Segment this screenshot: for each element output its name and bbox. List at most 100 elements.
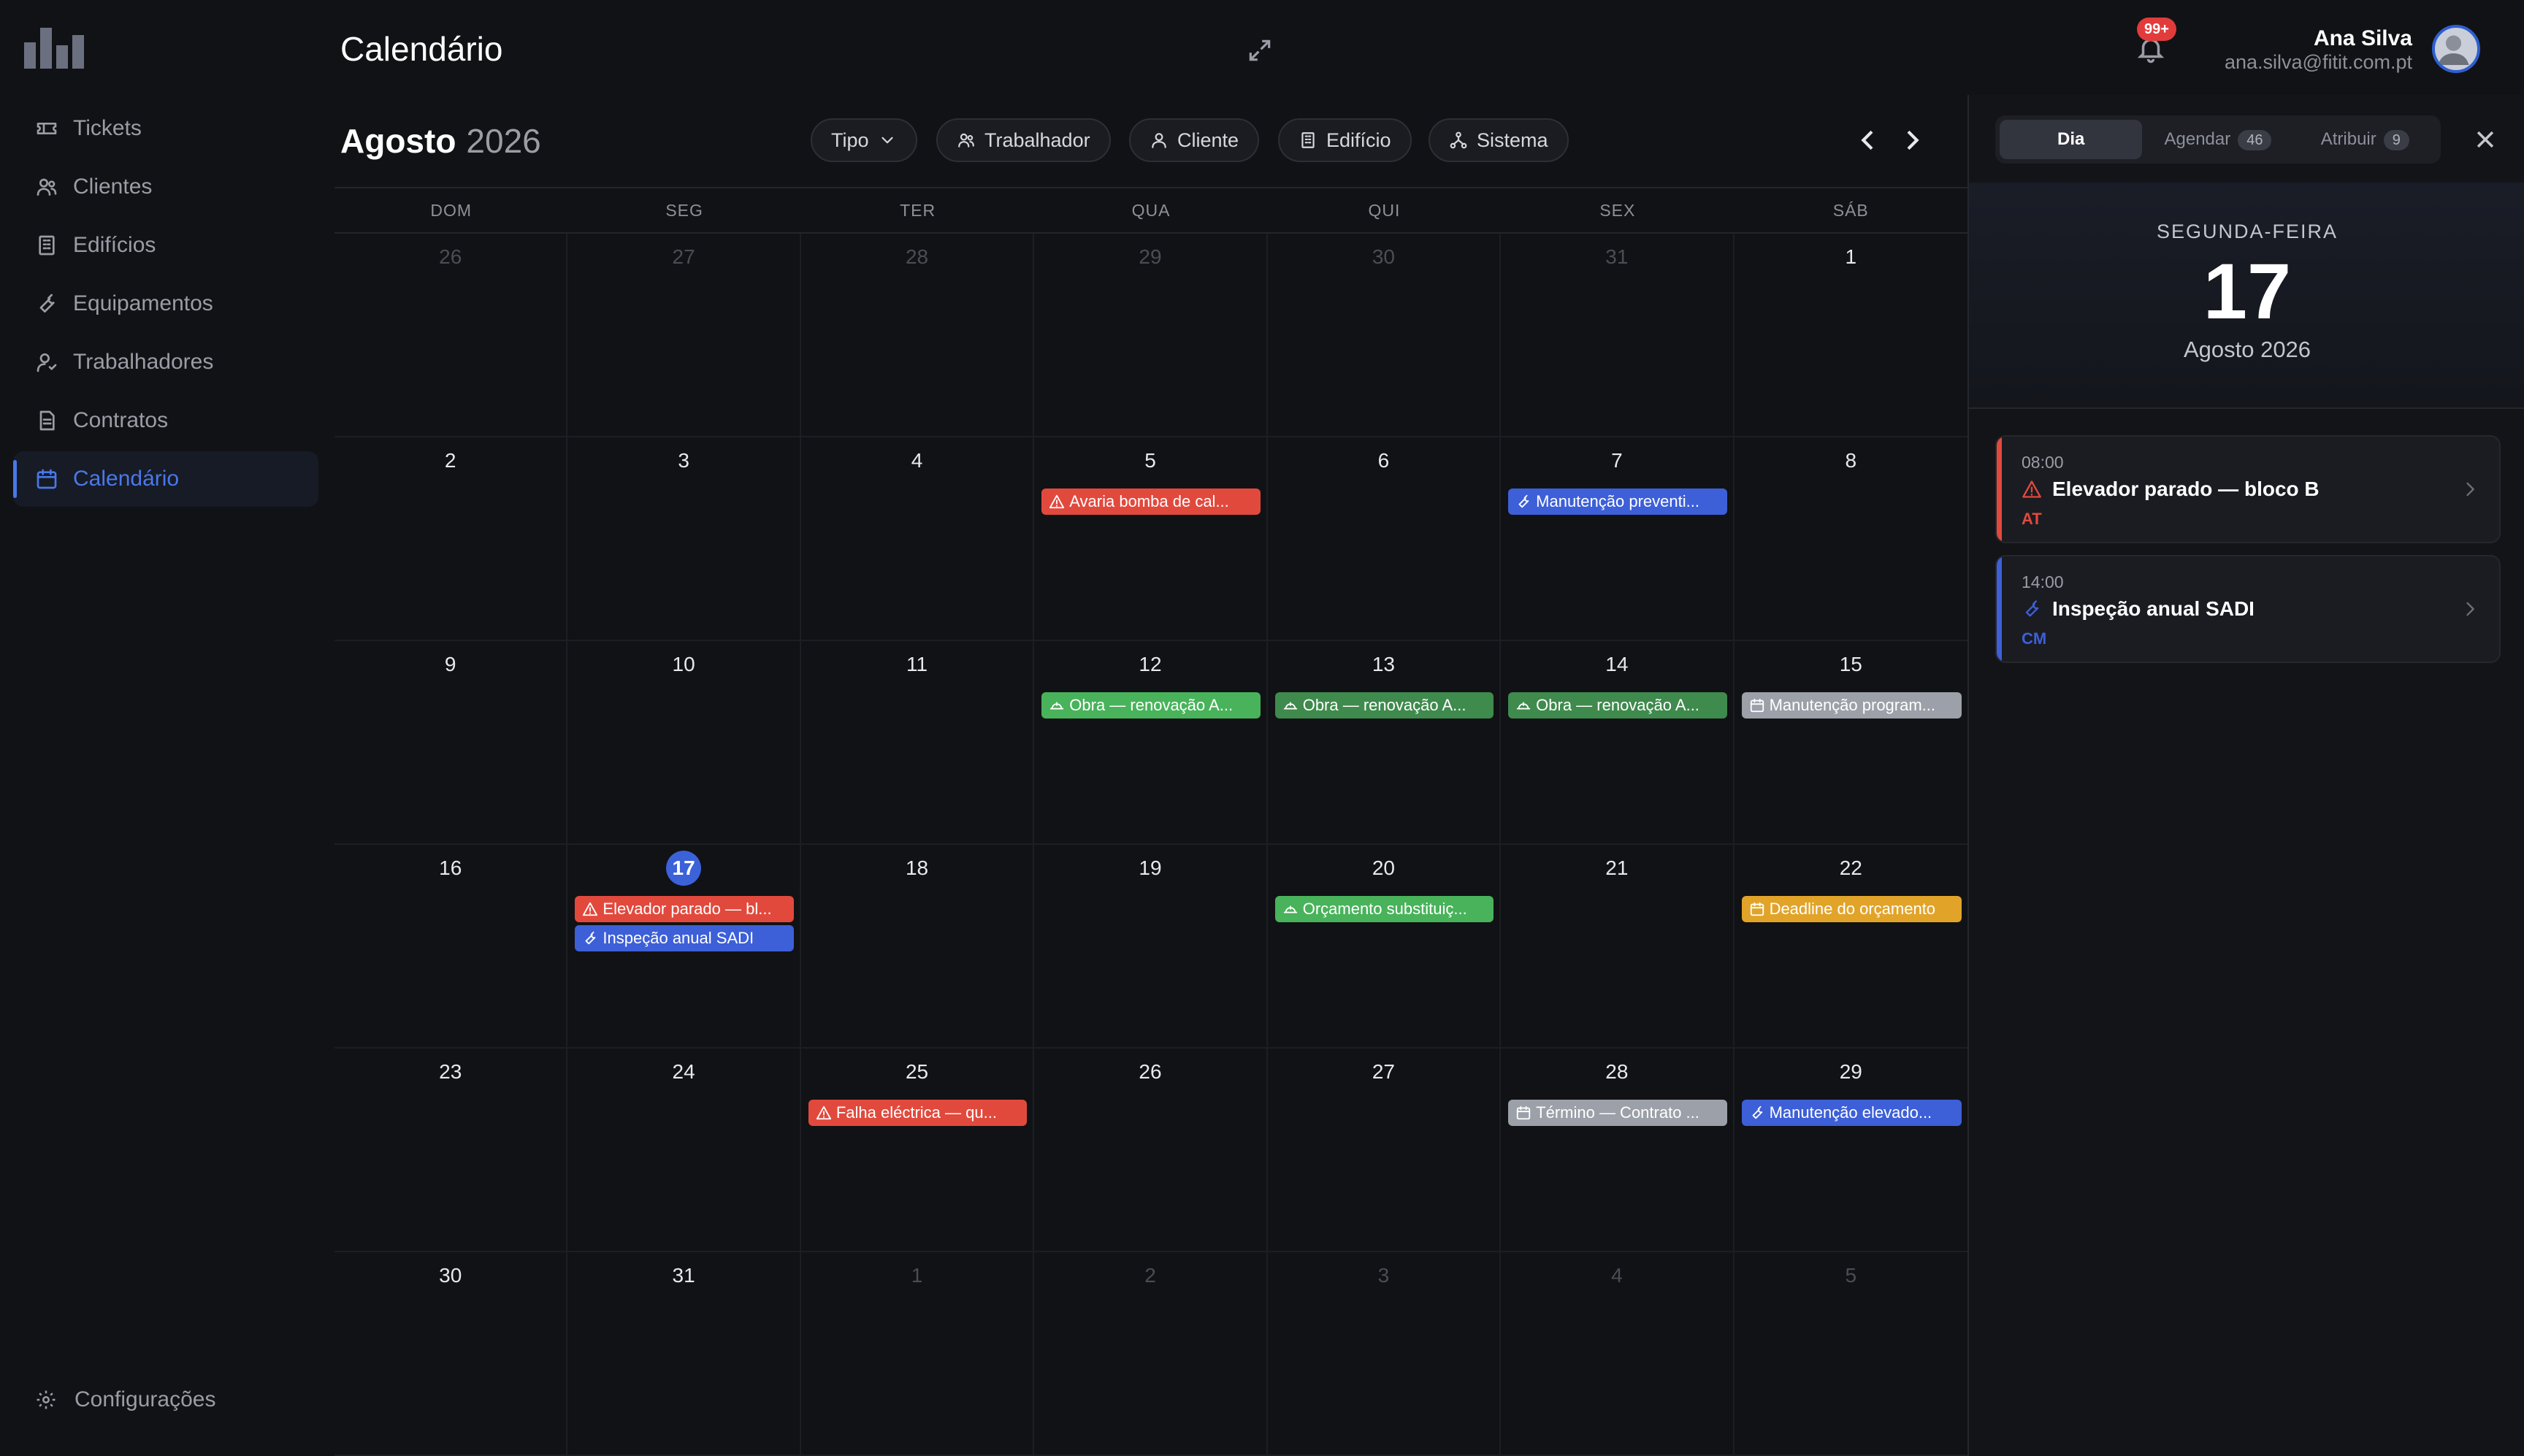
day-cell[interactable]: 30 (334, 1252, 568, 1456)
filter-cliente[interactable]: Cliente (1129, 118, 1260, 162)
weekday-label: TER (900, 201, 936, 220)
tab-dia[interactable]: Dia (2000, 120, 2143, 159)
day-cell[interactable]: 6 (1267, 437, 1502, 641)
day-cell[interactable]: 31 (567, 1252, 801, 1456)
day-cell[interactable]: 28 Término — Contrato ... (1501, 1049, 1735, 1252)
day-event-card[interactable]: 08:00 Elevador parado — bloco B AT (1995, 435, 2501, 543)
sidebar-item-contratos[interactable]: Contratos (13, 393, 318, 448)
wrench-icon (1752, 1106, 1762, 1119)
day-cell[interactable]: 4 (800, 437, 1035, 641)
weekday-label: QUA (1131, 201, 1171, 220)
sidebar-item-clientes[interactable]: Clientes (13, 159, 318, 215)
calendar-event[interactable]: Obra — renovação A... (1508, 692, 1727, 719)
event-tag: AT (2022, 510, 2042, 528)
day-number: 14 (1605, 653, 1629, 675)
day-cell[interactable]: 14 Obra — renovação A... (1501, 641, 1735, 845)
close-icon[interactable] (2473, 127, 2498, 152)
day-event-card[interactable]: 14:00 Inspeção anual SADI CM (1995, 555, 2501, 663)
day-cell[interactable]: 23 (334, 1049, 568, 1252)
day-number: 31 (672, 1264, 695, 1287)
settings-link[interactable]: Configurações (35, 1387, 215, 1412)
expand-icon[interactable] (1246, 37, 1274, 64)
day-number: 3 (1377, 1264, 1390, 1287)
day-cell[interactable]: 13 Obra — renovação A... (1267, 641, 1502, 845)
day-cell[interactable]: 21 (1501, 845, 1735, 1049)
calendar-event[interactable]: Término — Contrato ... (1508, 1100, 1727, 1126)
day-cell[interactable]: 4 (1501, 1252, 1735, 1456)
calendar-event[interactable]: Elevador parado — bl... (575, 896, 794, 922)
calendar-event[interactable]: Obra — renovação A... (1041, 692, 1261, 719)
day-number: 20 (1372, 857, 1395, 879)
day-cell[interactable]: 1 (1734, 234, 1967, 437)
calendar-event[interactable]: Avaria bomba de cal... (1041, 488, 1261, 515)
day-number: 26 (439, 245, 462, 268)
filter-edificio[interactable]: Edifício (1278, 118, 1412, 162)
event-label: Avaria bomba de cal... (1069, 492, 1229, 510)
day-cell[interactable]: 16 (334, 845, 568, 1049)
day-cell[interactable]: 10 (567, 641, 801, 845)
filter-trabalhador[interactable]: Trabalhador (936, 118, 1111, 162)
calendar-event[interactable]: Manutenção elevado... (1741, 1100, 1962, 1126)
day-cell[interactable]: 20 Orçamento substituiç... (1267, 845, 1502, 1049)
day-cell[interactable]: 29 (1034, 234, 1268, 437)
helmet-icon (1283, 702, 1297, 710)
day-cell[interactable]: 26 (1034, 1049, 1268, 1252)
day-cell[interactable]: 19 (1034, 845, 1268, 1049)
avatar[interactable] (2432, 25, 2480, 73)
sidebar-item-equipamentos[interactable]: Equipamentos (13, 276, 318, 332)
sidebar-item-tickets[interactable]: Tickets (13, 101, 318, 156)
day-cell[interactable]: 30 (1267, 234, 1502, 437)
tab-agendar[interactable]: Agendar 46 (2146, 120, 2289, 159)
day-cell[interactable]: 1 (800, 1252, 1035, 1456)
calendar-event[interactable]: Obra — renovação A... (1274, 692, 1494, 719)
next-month-button[interactable] (1897, 126, 1927, 155)
filter-sistema[interactable]: Sistema (1429, 118, 1569, 162)
sidebar-item-trabalhadores[interactable]: Trabalhadores (13, 334, 318, 390)
day-cell[interactable]: 3 (567, 437, 801, 641)
calendar-event[interactable]: Falha eléctrica — qu... (808, 1100, 1028, 1126)
brand-logo[interactable] (24, 28, 90, 69)
day-cell[interactable]: 5 Avaria bomba de cal... (1034, 437, 1268, 641)
day-cell[interactable]: 2 (1034, 1252, 1268, 1456)
day-cell[interactable]: 9 (334, 641, 568, 845)
day-cell[interactable]: 22 Deadline do orçamento (1734, 845, 1967, 1049)
day-cell[interactable]: 3 (1267, 1252, 1502, 1456)
sidebar-item-label: Contratos (73, 408, 169, 432)
day-cell[interactable]: 18 (800, 845, 1035, 1049)
day-cell[interactable]: 15 Manutenção program... (1734, 641, 1967, 845)
day-cell[interactable]: 5 (1734, 1252, 1967, 1456)
calendar-event[interactable]: Orçamento substituiç... (1274, 896, 1494, 922)
tab-atribuir[interactable]: Atribuir 9 (2294, 120, 2436, 159)
building-icon (1301, 132, 1315, 148)
filter-label: Sistema (1477, 129, 1548, 151)
calendar-event[interactable]: Deadline do orçamento (1741, 896, 1962, 922)
day-number: 29 (1839, 1060, 1862, 1083)
filter-tipo[interactable]: Tipo (811, 118, 917, 162)
sidebar-item-calendario[interactable]: Calendário (13, 451, 318, 507)
user-email: ana.silva@fitit.com.pt (2224, 51, 2412, 73)
day-cell[interactable]: 24 (567, 1049, 801, 1252)
day-cell[interactable]: 27 (567, 234, 801, 437)
day-cell[interactable]: 12 Obra — renovação A... (1034, 641, 1268, 845)
day-cell[interactable]: 29 Manutenção elevado... (1734, 1049, 1967, 1252)
day-cell[interactable]: 11 (800, 641, 1035, 845)
day-cell[interactable]: 27 (1267, 1049, 1502, 1252)
day-cell[interactable]: 28 (800, 234, 1035, 437)
day-cell[interactable]: 26 (334, 234, 568, 437)
sidebar-item-label: Trabalhadores (73, 350, 214, 374)
calendar-event[interactable]: Manutenção program... (1741, 692, 1962, 719)
alert-icon (583, 902, 598, 916)
day-number: 29 (1139, 245, 1162, 268)
day-cell[interactable]: 8 (1734, 437, 1967, 641)
helmet-icon (1050, 702, 1064, 710)
day-cell[interactable]: 2 (334, 437, 568, 641)
event-label: Deadline do orçamento (1769, 900, 1936, 918)
day-cell[interactable]: 17 Elevador parado — bl... Inspeção anual … (567, 845, 801, 1049)
calendar-event[interactable]: Manutenção preventi... (1508, 488, 1727, 515)
day-cell[interactable]: 7 Manutenção preventi... (1501, 437, 1735, 641)
day-cell[interactable]: 31 (1501, 234, 1735, 437)
prev-month-button[interactable] (1854, 126, 1883, 155)
calendar-event[interactable]: Inspeção anual SADI (575, 925, 794, 951)
sidebar-item-edificios[interactable]: Edifícios (13, 218, 318, 273)
day-cell[interactable]: 25 Falha eléctrica — qu... (800, 1049, 1035, 1252)
